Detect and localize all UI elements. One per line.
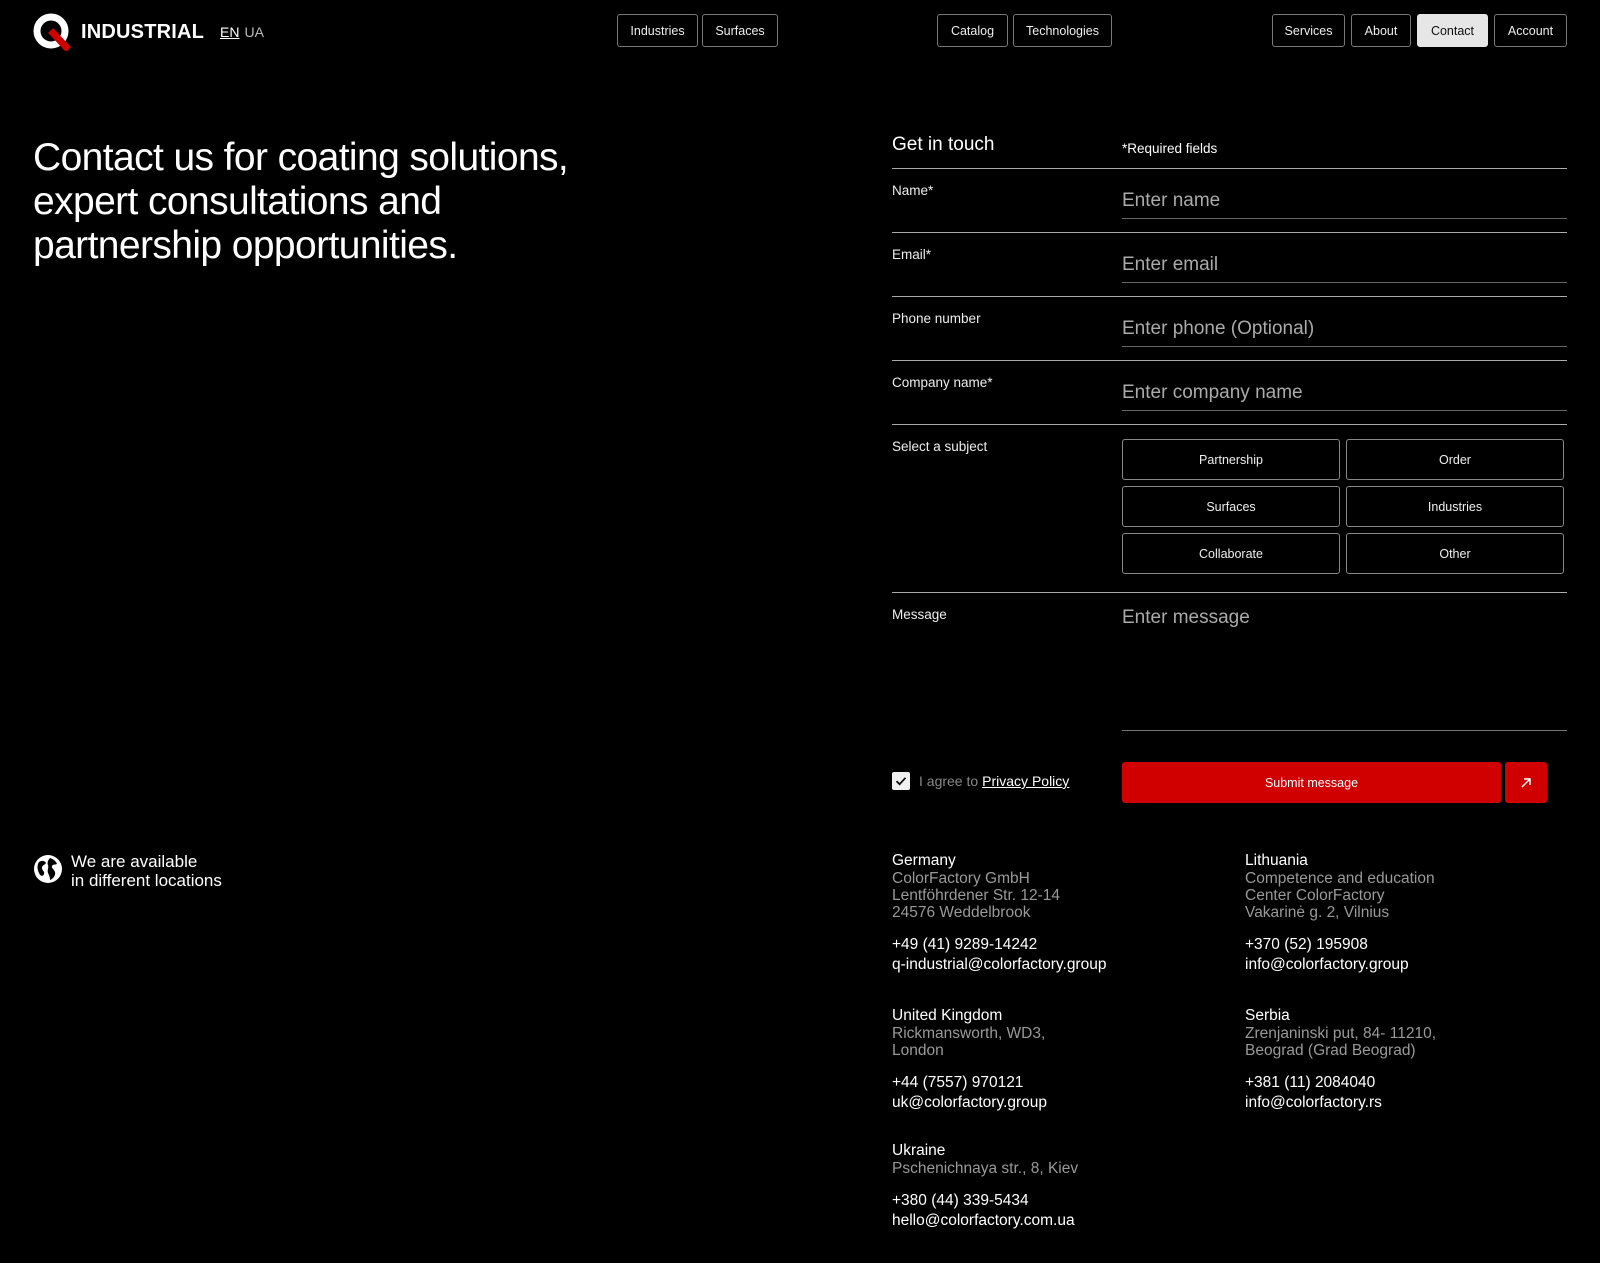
location-germany: Germany ColorFactory GmbH Lentföhrdener …: [892, 851, 1232, 975]
nav-services[interactable]: Services: [1272, 14, 1345, 47]
subject-collaborate[interactable]: Collaborate: [1122, 533, 1340, 574]
location-address-3: Vakarinė g. 2, Vilnius: [1245, 904, 1390, 921]
email-row: Email*: [892, 233, 1567, 297]
privacy-agreement: I agree to Privacy Policy: [892, 772, 1069, 790]
phone-label: Phone number: [892, 311, 981, 326]
locations-intro-line-1: We are available: [71, 852, 198, 871]
page-title: Contact us for coating solutions, expert…: [33, 136, 633, 268]
subject-other[interactable]: Other: [1346, 533, 1564, 574]
location-phone[interactable]: +44 (7557) 970121: [892, 1073, 1232, 1093]
hero-line-3: partnership opportunities.: [33, 224, 458, 267]
phone-row: Phone number: [892, 297, 1567, 361]
globe-icon: [34, 855, 62, 883]
agree-checkbox[interactable]: [892, 772, 910, 790]
brand-logo[interactable]: INDUSTRIAL: [33, 13, 204, 51]
company-label: Company name*: [892, 375, 993, 390]
contact-form: Get in touch *Required fields Name* Emai…: [892, 130, 1567, 735]
check-icon: [895, 777, 907, 786]
header: INDUSTRIAL EN UA Industries Surfaces Cat…: [0, 0, 1600, 62]
location-email[interactable]: info@colorfactory.group: [1245, 955, 1585, 975]
subject-order[interactable]: Order: [1346, 439, 1564, 480]
subject-industries[interactable]: Industries: [1346, 486, 1564, 527]
subject-surfaces[interactable]: Surfaces: [1122, 486, 1340, 527]
location-phone[interactable]: +49 (41) 9289-14242: [892, 935, 1232, 955]
location-address-2: Lentföhrdener Str. 12-14: [892, 887, 1061, 904]
message-input[interactable]: [1122, 593, 1567, 731]
brand-name: INDUSTRIAL: [81, 20, 205, 43]
agree-text: I agree to: [919, 773, 979, 789]
location-address-1: ColorFactory GmbH: [892, 870, 1030, 887]
location-address-2: Center ColorFactory: [1245, 887, 1385, 904]
location-email[interactable]: uk@colorfactory.group: [892, 1093, 1232, 1113]
location-country: Ukraine: [892, 1142, 946, 1159]
subject-row: Select a subject Partnership Order Surfa…: [892, 425, 1567, 593]
lang-ua[interactable]: UA: [244, 24, 263, 40]
subject-partnership[interactable]: Partnership: [1122, 439, 1340, 480]
nav-catalog[interactable]: Catalog: [937, 14, 1008, 47]
location-address-1: Rickmansworth, WD3,: [892, 1025, 1046, 1042]
submit-arrow-button[interactable]: [1505, 762, 1547, 803]
location-country: United Kingdom: [892, 1007, 1003, 1024]
name-row: Name*: [892, 169, 1567, 233]
email-input[interactable]: [1122, 233, 1567, 283]
subject-options: Partnership Order Surfaces Industries Co…: [1122, 439, 1564, 574]
location-email[interactable]: hello@colorfactory.com.ua: [892, 1211, 1232, 1231]
locations-intro: We are available in different locations: [33, 852, 222, 890]
name-input[interactable]: [1122, 169, 1567, 219]
subject-label: Select a subject: [892, 439, 988, 454]
location-phone[interactable]: +370 (52) 195908: [1245, 935, 1585, 955]
arrow-up-right-icon: [1521, 777, 1531, 788]
nav-surfaces[interactable]: Surfaces: [702, 14, 778, 47]
location-address-2: Beograd (Grad Beograd): [1245, 1042, 1416, 1059]
location-address-2: London: [892, 1042, 944, 1059]
nav-technologies[interactable]: Technologies: [1013, 14, 1112, 47]
company-input[interactable]: [1122, 361, 1567, 411]
location-ukraine: Ukraine Pschenichnaya str., 8, Kiev +380…: [892, 1141, 1232, 1231]
hero-line-1: Contact us for coating solutions,: [33, 136, 569, 179]
phone-input[interactable]: [1122, 297, 1567, 347]
nav-account[interactable]: Account: [1494, 14, 1567, 47]
submit-button[interactable]: Submit message: [1122, 762, 1501, 803]
location-phone[interactable]: +381 (11) 2084040: [1245, 1073, 1585, 1093]
required-note: *Required fields: [1122, 141, 1218, 156]
location-address-1: Competence and education: [1245, 870, 1435, 887]
nav-about[interactable]: About: [1351, 14, 1411, 47]
location-country: Serbia: [1245, 1007, 1290, 1024]
q-logo-icon: [33, 13, 71, 51]
location-email[interactable]: info@colorfactory.rs: [1245, 1093, 1585, 1113]
location-address-1: Pschenichnaya str., 8, Kiev: [892, 1160, 1079, 1177]
locations-intro-line-2: in different locations: [71, 871, 222, 890]
nav-industries[interactable]: Industries: [617, 14, 698, 47]
location-serbia: Serbia Zrenjaninski put, 84- 11210, Beog…: [1245, 1006, 1585, 1113]
form-title: Get in touch: [892, 134, 995, 155]
form-header: Get in touch *Required fields: [892, 130, 1567, 169]
name-label: Name*: [892, 183, 934, 198]
location-address-3: 24576 Weddelbrook: [892, 904, 1031, 921]
company-row: Company name*: [892, 361, 1567, 425]
locations-intro-text: We are available in different locations: [71, 852, 222, 890]
lang-en[interactable]: EN: [220, 24, 239, 40]
privacy-policy-link[interactable]: Privacy Policy: [982, 773, 1069, 789]
message-label: Message: [892, 607, 947, 622]
hero-line-2: expert consultations and: [33, 180, 442, 223]
location-address-1: Zrenjaninski put, 84- 11210,: [1245, 1025, 1436, 1042]
location-uk: United Kingdom Rickmansworth, WD3, Londo…: [892, 1006, 1232, 1113]
location-lithuania: Lithuania Competence and education Cente…: [1245, 851, 1585, 975]
location-phone[interactable]: +380 (44) 339-5434: [892, 1191, 1232, 1211]
language-switcher: EN UA: [220, 24, 264, 40]
location-country: Lithuania: [1245, 852, 1308, 869]
email-label: Email*: [892, 247, 932, 262]
location-email[interactable]: q-industrial@colorfactory.group: [892, 955, 1232, 975]
location-country: Germany: [892, 852, 956, 869]
nav-contact[interactable]: Contact: [1417, 14, 1488, 47]
message-row: Message: [892, 593, 1567, 735]
